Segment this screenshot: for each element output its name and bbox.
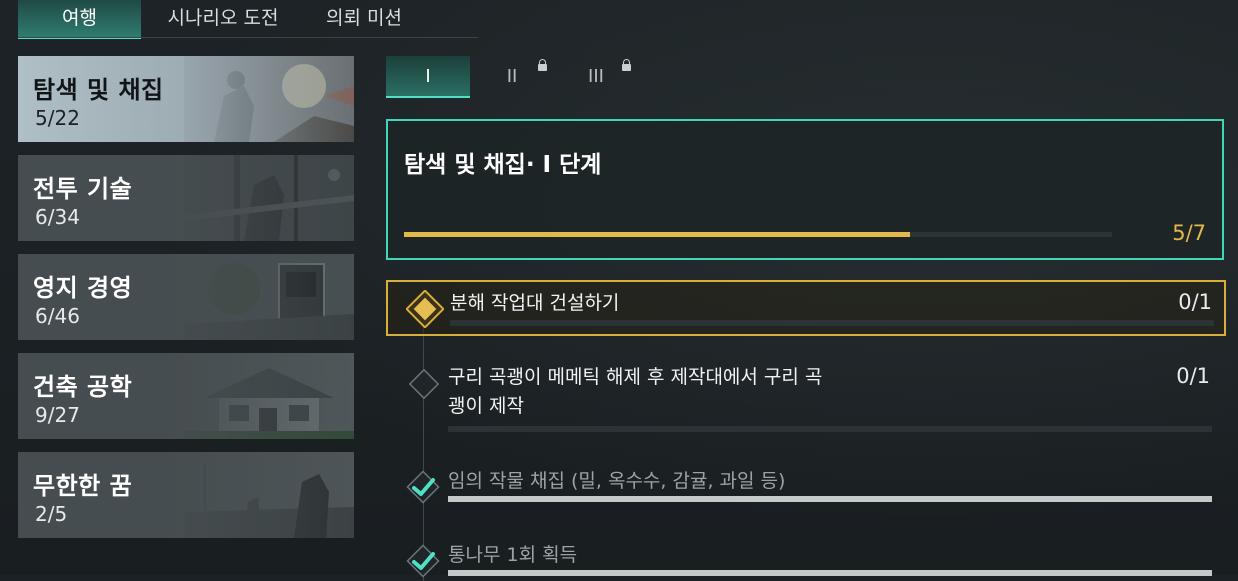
lock-icon — [538, 59, 547, 71]
stage-summary-card: 탐색 및 채집· I 단계 5/7 — [386, 119, 1224, 260]
check-icon — [406, 544, 440, 578]
category-count: 2/5 — [35, 502, 68, 526]
task-progress-fill — [448, 496, 1212, 502]
lock-icon — [622, 59, 631, 71]
task-progress-bar — [448, 426, 1212, 432]
category-architecture[interactable]: 건축 공학 9/27 — [18, 353, 354, 439]
stage-tab-1[interactable]: I — [386, 56, 470, 98]
task-progress-bar — [450, 320, 1214, 326]
task-label: 구리 곡괭이 메메틱 해제 후 제작대에서 구리 곡 — [448, 366, 823, 388]
task-label: 통나무 1회 획득 — [448, 544, 578, 566]
stage-tab-bar: I II III — [386, 56, 686, 98]
stage-panel: I II III 탐색 및 채집· I 단계 5/7 분해 작업대 건설하기 0… — [386, 56, 1226, 581]
stage-progress-fill — [404, 232, 910, 237]
task-label: 분해 작업대 건설하기 — [450, 292, 620, 314]
category-name: 무한한 꿈 — [33, 472, 133, 500]
category-exploration[interactable]: 탐색 및 채집 5/22 — [18, 56, 354, 142]
task-item-completed[interactable]: 통나무 1회 획득 — [386, 538, 1222, 578]
category-count: 6/34 — [35, 205, 80, 229]
stage-progress-count: 5/7 — [1172, 221, 1206, 245]
task-progress-bar — [448, 496, 1212, 502]
task-label-line2: 괭이 제작 — [448, 395, 524, 417]
diamond-icon — [406, 290, 444, 328]
diamond-icon — [408, 368, 440, 400]
task-progress-bar — [448, 570, 1212, 576]
stage-progress-bar — [404, 232, 1112, 237]
task-progress: 0/1 — [1178, 290, 1212, 314]
tab-underline — [18, 37, 478, 38]
category-name: 건축 공학 — [33, 373, 133, 401]
stage-title: 탐색 및 채집· I 단계 — [404, 152, 602, 178]
check-icon — [406, 470, 440, 504]
tab-request-mission[interactable]: 의뢰 미션 — [312, 0, 416, 37]
tab-scenario-challenge[interactable]: 시나리오 도전 — [158, 0, 288, 37]
task-progress: 0/1 — [1176, 364, 1210, 388]
task-item-current[interactable]: 분해 작업대 건설하기 0/1 — [386, 280, 1226, 336]
task-item-completed[interactable]: 임의 작물 채집 (밀, 옥수수, 감귤, 과일 등) — [386, 464, 1222, 504]
category-territory[interactable]: 영지 경영 6/46 — [18, 254, 354, 340]
category-name: 탐색 및 채집 — [33, 76, 164, 104]
top-tab-bar: 여행 시나리오 도전 의뢰 미션 — [18, 0, 478, 39]
category-name: 영지 경영 — [33, 274, 133, 302]
stage-tab-label: II — [506, 66, 518, 87]
category-count: 6/46 — [35, 304, 80, 328]
task-item[interactable]: 구리 곡괭이 메메틱 해제 후 제작대에서 구리 곡 괭이 제작 0/1 — [386, 362, 1222, 432]
stage-tab-label: III — [588, 66, 604, 87]
category-combat[interactable]: 전투 기술 6/34 — [18, 155, 354, 241]
category-count: 5/22 — [35, 106, 80, 130]
category-name: 전투 기술 — [33, 175, 133, 203]
task-label: 임의 작물 채집 (밀, 옥수수, 감귤, 과일 등) — [448, 470, 786, 492]
category-count: 9/27 — [35, 403, 80, 427]
category-infinite-dream[interactable]: 무한한 꿈 2/5 — [18, 452, 354, 538]
task-progress-fill — [448, 570, 1212, 576]
tab-journey[interactable]: 여행 — [18, 0, 141, 39]
